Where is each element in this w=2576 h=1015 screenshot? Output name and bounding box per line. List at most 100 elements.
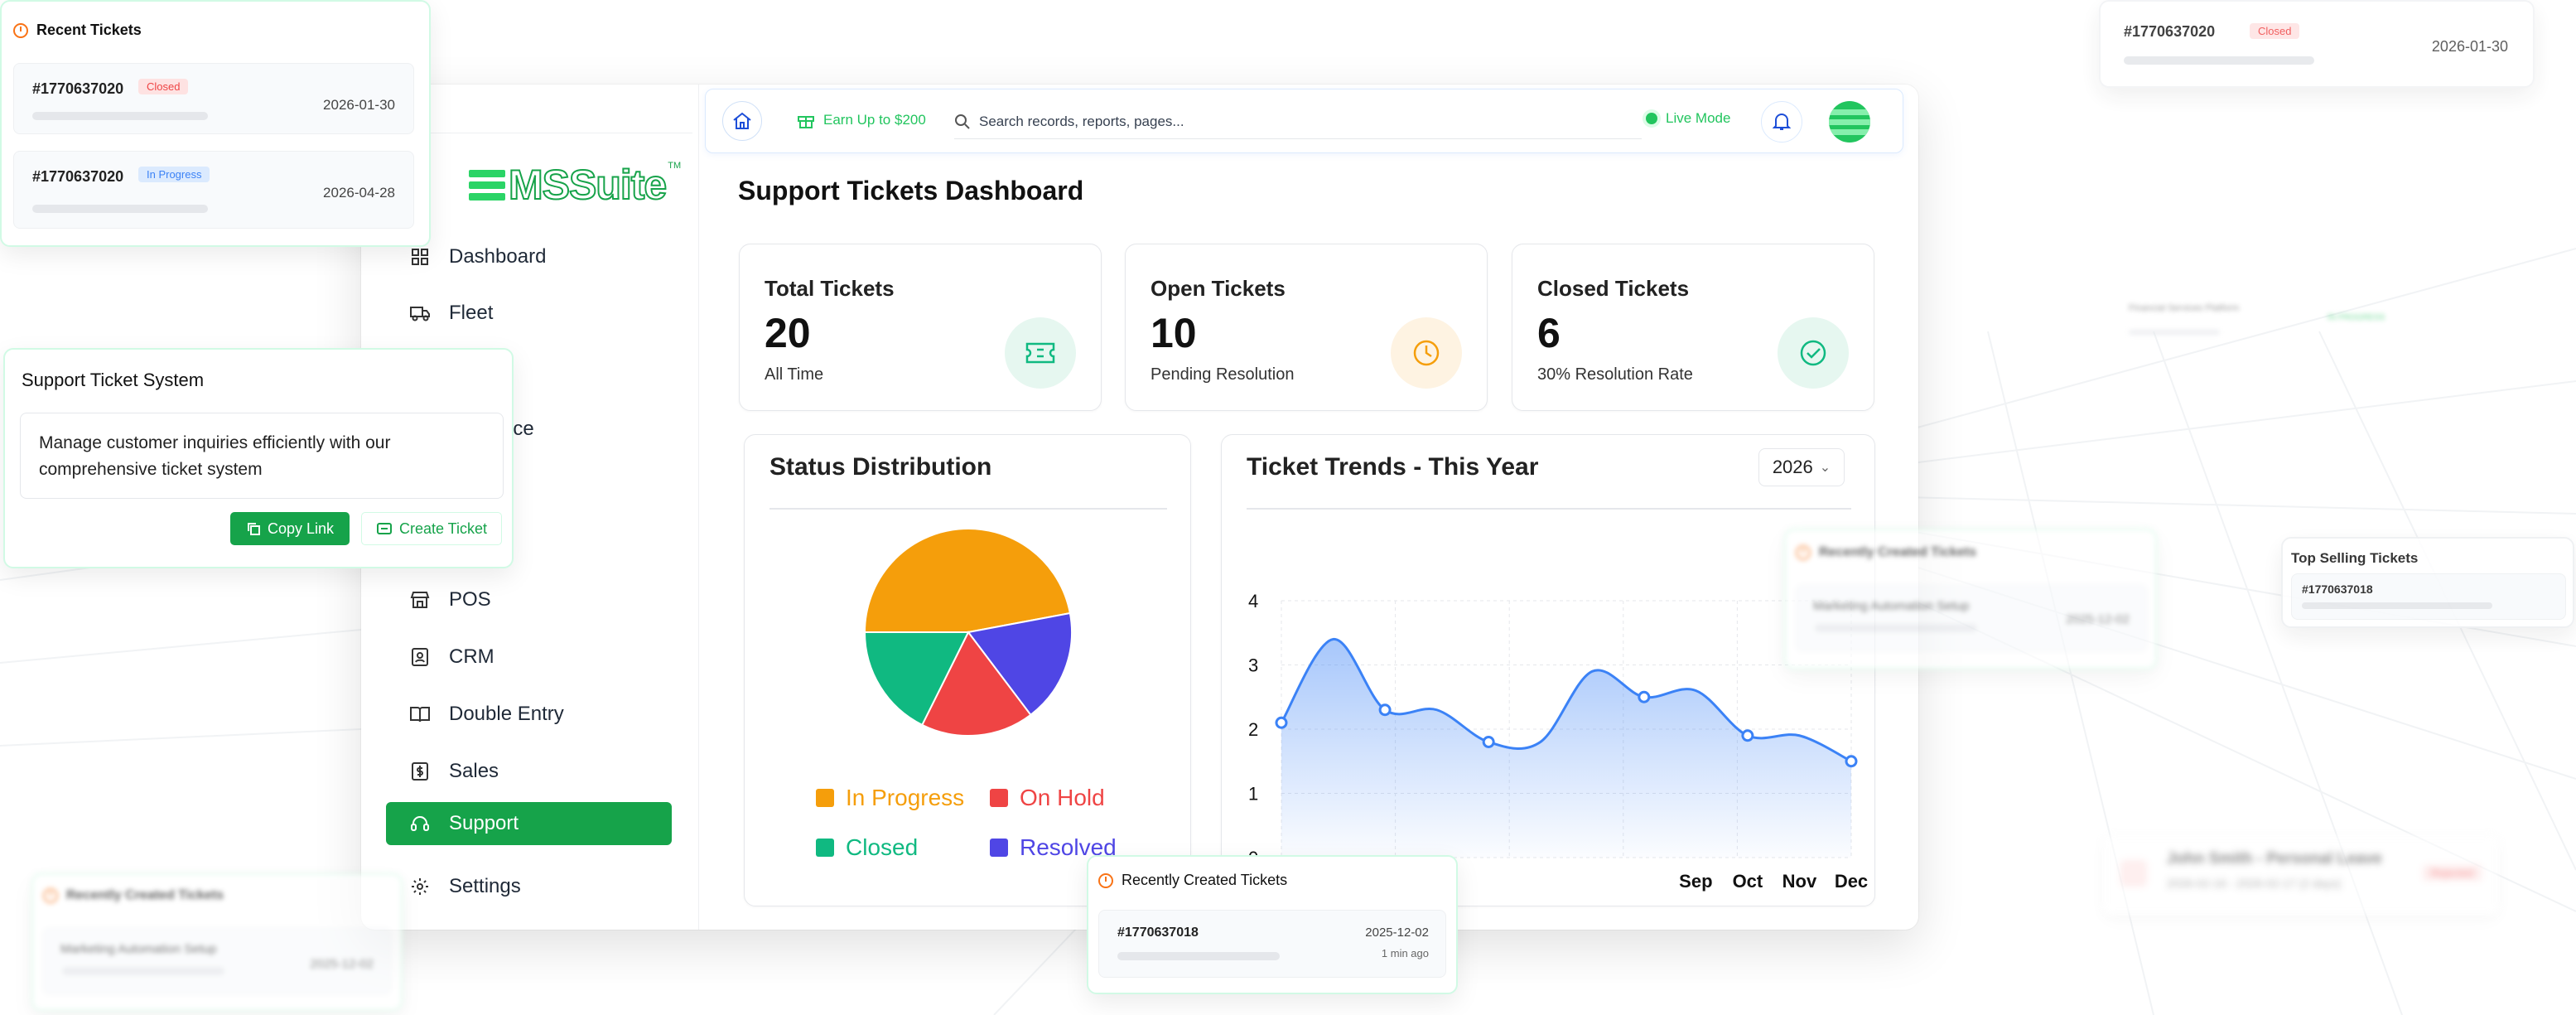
status-badge: Rejected bbox=[2422, 865, 2482, 881]
stat-card-total: Total Tickets 20 All Time bbox=[739, 244, 1102, 411]
ticket-date: 2025-12-02 bbox=[1365, 926, 1429, 940]
recent-tickets-title: Recent Tickets bbox=[13, 22, 142, 39]
clock-icon bbox=[13, 22, 28, 38]
card-title: Recently Created Tickets bbox=[43, 888, 224, 903]
live-dot-icon bbox=[1646, 113, 1657, 124]
pie-slice-in-progress[interactable] bbox=[863, 528, 1072, 633]
button-label: Create Ticket bbox=[398, 520, 488, 537]
sidebar-item-label: Support bbox=[449, 812, 519, 834]
leave-dates: 2026-02-16 - 2026-02-17 (2 days) bbox=[2167, 877, 2342, 890]
dollar-icon bbox=[409, 761, 431, 782]
legend-swatch bbox=[816, 839, 834, 857]
stat-card-open: Open Tickets 10 Pending Resolution bbox=[1125, 244, 1488, 411]
ticket-id: #1770637020 bbox=[2124, 23, 2216, 40]
ticket-row[interactable]: Marketing Automation Setup 2025-12-02 bbox=[1796, 585, 2147, 651]
ticket-row[interactable]: #1770637018 bbox=[2291, 573, 2566, 620]
panel-title: Ticket Trends - This Year bbox=[1247, 453, 1539, 481]
home-button[interactable] bbox=[722, 101, 762, 141]
truck-icon bbox=[409, 302, 431, 324]
ticket-row[interactable]: #1770637018 2025-12-02 1 min ago bbox=[1098, 910, 1446, 978]
sidebar-item-label: CRM bbox=[449, 645, 494, 668]
ticket-icon bbox=[1005, 317, 1076, 389]
grid-icon bbox=[409, 246, 431, 268]
top-selling-card: Top Selling Tickets #1770637018 bbox=[2281, 537, 2574, 628]
stat-title: Closed Tickets bbox=[1537, 276, 1690, 301]
ticket-id: #1770637020 bbox=[32, 80, 124, 97]
legend-swatch bbox=[990, 789, 1008, 807]
ticket-date: 2025-12-02 bbox=[310, 957, 374, 971]
y-tick-label: 3 bbox=[1248, 655, 1258, 676]
clock-icon bbox=[1796, 545, 1811, 560]
y-tick-label: 1 bbox=[1248, 784, 1258, 805]
logo-text: MSSuite bbox=[508, 161, 668, 209]
create-ticket-button[interactable]: Create Ticket bbox=[361, 512, 502, 545]
data-point[interactable] bbox=[1741, 729, 1754, 742]
recently-created-card-right: Recently Created Tickets Marketing Autom… bbox=[1784, 529, 2157, 669]
legend-closed[interactable]: Closed bbox=[816, 834, 918, 861]
stat-subtitle: All Time bbox=[765, 365, 824, 384]
faint-label: Financial Services Platform bbox=[2129, 303, 2240, 313]
card-title-text: Recently Created Tickets bbox=[1819, 545, 1977, 559]
data-point[interactable] bbox=[1638, 690, 1651, 703]
recent-tickets-card: Recent Tickets #1770637020 Closed 2026-0… bbox=[0, 0, 431, 247]
ticket-name: Marketing Automation Setup bbox=[60, 942, 217, 956]
earn-label: Earn Up to $200 bbox=[823, 112, 926, 128]
ticket-row[interactable]: Marketing Automation Setup 2025-12-02 bbox=[43, 928, 391, 994]
legend-label: Closed bbox=[846, 834, 919, 860]
headset-icon bbox=[409, 813, 431, 834]
sidebar-item-sales[interactable]: Sales bbox=[386, 750, 672, 793]
x-tick-label: Sep bbox=[1679, 871, 1712, 892]
ticket-row[interactable]: #1770637020 Closed 2026-01-30 bbox=[13, 63, 414, 134]
data-point[interactable] bbox=[1482, 736, 1495, 748]
ticket-id: #1770637020 bbox=[32, 168, 124, 185]
recently-created-card: Recently Created Tickets #1770637018 202… bbox=[1087, 855, 1458, 994]
progress-placeholder bbox=[32, 205, 208, 213]
sidebar-item-label: Double Entry bbox=[449, 703, 564, 725]
year-select[interactable]: 2026 ⌄ bbox=[1758, 448, 1845, 486]
chevron-down-icon: ⌄ bbox=[1819, 461, 1831, 475]
sidebar-item-settings[interactable]: Settings bbox=[386, 865, 672, 908]
data-point[interactable] bbox=[1378, 703, 1392, 717]
status-badge: In Progress bbox=[138, 167, 210, 182]
sidebar-item-pos[interactable]: POS bbox=[386, 578, 672, 621]
avatar[interactable] bbox=[1829, 101, 1870, 143]
ticket-name: Marketing Automation Setup bbox=[1813, 599, 1970, 613]
ticket-row[interactable]: #1770637020 In Progress 2026-04-28 bbox=[13, 151, 414, 229]
year-value: 2026 bbox=[1772, 457, 1813, 477]
progress-placeholder bbox=[32, 112, 208, 120]
card-title-text: Recently Created Tickets bbox=[66, 888, 224, 902]
app-logo[interactable]: MSSuite TM bbox=[469, 161, 681, 209]
sidebar-item-label: Settings bbox=[449, 875, 521, 897]
clock-icon bbox=[1098, 872, 1113, 888]
stat-title: Total Tickets bbox=[765, 276, 895, 301]
copy-link-button[interactable]: Copy Link bbox=[230, 512, 350, 545]
home-icon bbox=[733, 112, 751, 129]
bell-icon bbox=[1773, 114, 1791, 130]
sidebar-item-crm[interactable]: CRM bbox=[386, 636, 672, 679]
legend-in-progress[interactable]: In Progress bbox=[816, 785, 964, 811]
sidebar-item-label: Fleet bbox=[449, 302, 494, 324]
ticket-trends-panel: Ticket Trends - This Year 2026 ⌄ 01234Se… bbox=[1221, 434, 1875, 906]
y-tick-label: 4 bbox=[1248, 591, 1258, 611]
progress-placeholder bbox=[1815, 624, 1977, 632]
topbar: Earn Up to $200 Search records, reports,… bbox=[705, 89, 1903, 153]
search-input[interactable]: Search records, reports, pages... bbox=[954, 104, 1642, 139]
leave-card: John Smith - Personal Leave 2026-02-16 -… bbox=[2104, 835, 2498, 915]
sidebar-item-fleet[interactable]: Fleet bbox=[386, 292, 672, 335]
stat-card-closed: Closed Tickets 6 30% Resolution Rate bbox=[1512, 244, 1874, 411]
sidebar-item-double-entry[interactable]: Double Entry bbox=[386, 693, 672, 736]
support-description: Manage customer inquiries efficiently wi… bbox=[20, 413, 504, 499]
notifications-button[interactable] bbox=[1761, 101, 1802, 143]
legend-on-hold[interactable]: On Hold bbox=[990, 785, 1105, 811]
data-point[interactable] bbox=[1845, 755, 1858, 768]
ticket-date: 2025-12-02 bbox=[2066, 612, 2130, 626]
data-point[interactable] bbox=[1275, 716, 1288, 729]
pie-chart bbox=[863, 528, 1073, 737]
card-title: Recent Tickets bbox=[36, 22, 142, 38]
sidebar-item-support[interactable]: Support bbox=[386, 802, 672, 845]
earn-link[interactable]: Earn Up to $200 bbox=[797, 111, 926, 129]
x-tick-label: Nov bbox=[1782, 871, 1817, 892]
page-title: Support Tickets Dashboard bbox=[738, 176, 1084, 205]
gift-icon bbox=[798, 116, 814, 128]
live-mode-toggle[interactable]: Live Mode bbox=[1646, 110, 1730, 127]
